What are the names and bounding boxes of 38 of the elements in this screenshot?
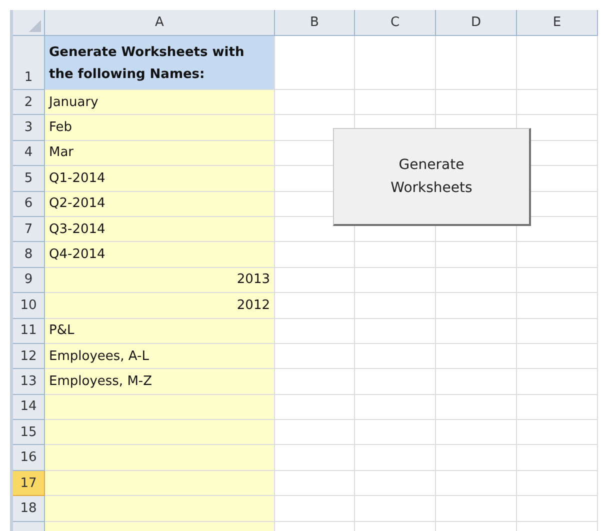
column-header[interactable]: E	[517, 10, 598, 36]
table-cell: Q4-2014	[45, 242, 275, 268]
table-cell: Feb	[45, 115, 275, 141]
row-header[interactable]: 14	[13, 394, 45, 420]
select-all-icon[interactable]	[29, 20, 41, 32]
row-header[interactable]: 5	[13, 166, 45, 192]
row-header[interactable]: 9	[13, 268, 45, 294]
row-header[interactable]: 12	[13, 344, 45, 370]
row-header[interactable]: 3	[13, 115, 45, 141]
table-cell: Employess, M-Z	[45, 369, 275, 395]
row-header[interactable]: 11	[13, 318, 45, 344]
table-cell: 2013	[45, 268, 275, 294]
table-cell: January	[45, 90, 275, 116]
table-cell: 2012	[45, 293, 275, 319]
generate-button[interactable]: Generate Worksheets	[333, 128, 531, 226]
table-cell: Generate Worksheets with the following Names:	[45, 36, 275, 90]
column-header[interactable]: C	[355, 10, 436, 36]
table-cell: Q3-2014	[45, 216, 275, 242]
table-cell: P&L	[45, 318, 275, 344]
column-header[interactable]: A	[45, 10, 275, 36]
table-cell: Q2-2014	[45, 192, 275, 217]
table-cell: Employees, A-L	[45, 344, 275, 370]
row-header[interactable]: 17	[13, 470, 45, 496]
row-header[interactable]: 1	[13, 36, 45, 90]
row-header[interactable]: 10	[13, 293, 45, 319]
row-header[interactable]: 16	[13, 445, 45, 471]
column-header[interactable]: D	[436, 10, 517, 36]
row-header[interactable]: 8	[13, 242, 45, 268]
row-header[interactable]: 13	[13, 369, 45, 395]
table-cell: Q1-2014	[45, 166, 275, 192]
row-header[interactable]: 15	[13, 420, 45, 446]
row-header[interactable]: 2	[13, 90, 45, 116]
column-header[interactable]: B	[275, 10, 355, 36]
row-header[interactable]: 4	[13, 140, 45, 166]
row-header[interactable]: 7	[13, 216, 45, 242]
table-cell: Mar	[45, 140, 275, 166]
row-header[interactable]: 18	[13, 496, 45, 522]
row-header[interactable]: 6	[13, 192, 45, 217]
